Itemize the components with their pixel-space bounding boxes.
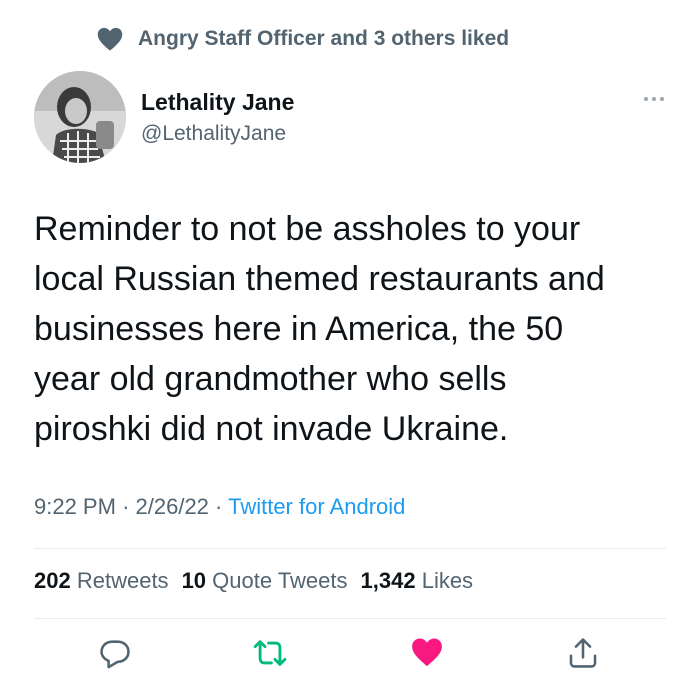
retweets-count: 202 (34, 568, 71, 593)
more-options-icon[interactable] (644, 97, 664, 101)
meta-separator: · (122, 494, 130, 519)
display-name[interactable]: Lethality Jane (141, 88, 294, 116)
divider (34, 618, 666, 619)
retweets-stat[interactable]: 202 Retweets (34, 568, 169, 594)
quotes-label: Quote Tweets (212, 568, 348, 593)
retweet-button[interactable] (252, 636, 290, 674)
heart-icon (410, 636, 448, 668)
divider (34, 548, 666, 549)
likes-label: Likes (421, 568, 474, 593)
avatar[interactable] (34, 71, 126, 163)
meta-separator: · (215, 494, 223, 519)
share-button[interactable] (566, 636, 604, 674)
quotes-stat[interactable]: 10 Quote Tweets (182, 568, 348, 594)
tweet-date[interactable]: 2/26/22 (136, 494, 209, 519)
retweets-label: Retweets (76, 568, 169, 593)
reply-button[interactable] (98, 636, 136, 674)
likes-stat[interactable]: 1,342 Likes (361, 568, 474, 594)
tweet-stats: 202 Retweets 10 Quote Tweets 1,342 Likes (34, 568, 473, 594)
tweet-text: Reminder to not be assholes to your loca… (34, 210, 605, 448)
tweet-time[interactable]: 9:22 PM (34, 494, 116, 519)
action-bar (0, 636, 700, 676)
reply-icon (98, 636, 136, 670)
social-context[interactable]: Angry Staff Officer and 3 others liked (96, 26, 509, 52)
quotes-count: 10 (181, 568, 207, 593)
tweet-meta: 9:22 PM · 2/26/22 · Twitter for Android (34, 494, 405, 520)
retweet-icon (252, 636, 290, 670)
user-handle[interactable]: @LethalityJane (141, 119, 294, 149)
like-button[interactable] (410, 636, 448, 674)
share-icon (566, 636, 604, 670)
heart-icon (96, 26, 124, 52)
social-context-text: Angry Staff Officer and 3 others liked (138, 27, 510, 50)
tweet-source-link[interactable]: Twitter for Android (228, 494, 405, 519)
likes-count: 1,342 (360, 568, 416, 593)
tweet-author: Lethality Jane @LethalityJane (34, 71, 670, 163)
